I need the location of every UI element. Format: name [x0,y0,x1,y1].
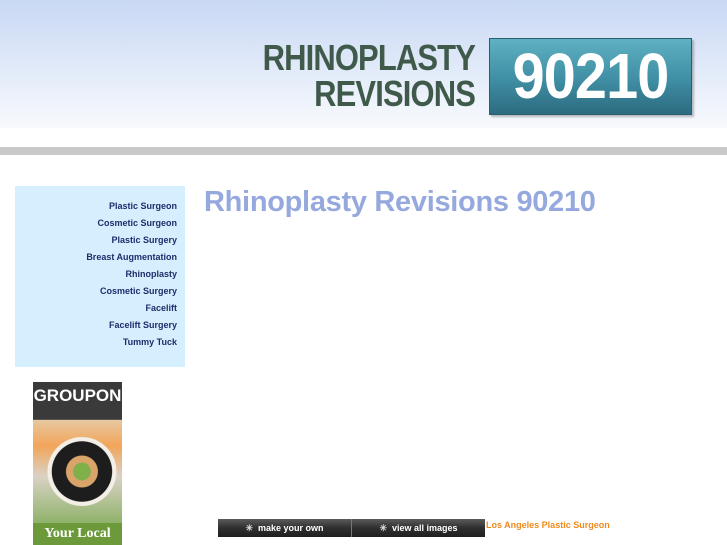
logo-number-box[interactable]: 90210 [489,38,692,115]
sidebar-link[interactable]: Breast Augmentation [86,252,177,262]
logo-line-2: REVISIONS [314,73,476,114]
groupon-ad-banner[interactable]: GROUPON Your Local [33,382,122,545]
sidebar-item-tummy-tuck: Tummy Tuck [15,334,177,351]
sidebar-link[interactable]: Cosmetic Surgery [100,286,177,296]
sidebar-item-facelift: Facelift [15,300,177,317]
sidebar-nav: Plastic Surgeon Cosmetic Surgeon Plastic… [15,186,185,367]
sidebar-link[interactable]: Rhinoplasty [125,269,177,279]
sparkle-icon: ✳ [245,522,253,533]
image-toolbar: ✳ make your own ✳ view all images [218,519,485,537]
sidebar-item-cosmetic-surgery: Cosmetic Surgery [15,283,177,300]
logo-number: 90210 [512,40,670,112]
header-divider [0,147,727,155]
ad-tagline: Your Local [33,523,122,545]
sidebar-link[interactable]: Plastic Surgeon [109,201,177,211]
sidebar-link[interactable]: Facelift Surgery [109,320,177,330]
sidebar-item-breast-augmentation: Breast Augmentation [15,249,177,266]
make-your-own-button[interactable]: ✳ make your own [218,519,352,537]
button-label: view all images [392,523,458,533]
ad-food-image [33,420,122,523]
ad-brand-logo: GROUPON [33,382,122,420]
site-header: RHINOPLASTY REVISIONS 90210 [0,0,727,128]
los-angeles-plastic-surgeon-link[interactable]: Los Angeles Plastic Surgeon [486,520,610,530]
sidebar-item-plastic-surgery: Plastic Surgery [15,232,177,249]
sidebar-link[interactable]: Plastic Surgery [111,235,177,245]
sidebar-item-rhinoplasty: Rhinoplasty [15,266,177,283]
sidebar-link[interactable]: Facelift [145,303,177,313]
sidebar-link[interactable]: Cosmetic Surgeon [97,218,177,228]
sidebar-link[interactable]: Tummy Tuck [123,337,177,347]
page-title: Rhinoplasty Revisions 90210 [204,186,596,218]
sparkle-icon: ✳ [379,522,387,533]
sidebar-item-facelift-surgery: Facelift Surgery [15,317,177,334]
logo-line-1: RHINOPLASTY [262,37,476,78]
view-all-images-button[interactable]: ✳ view all images [352,519,485,537]
sidebar-item-plastic-surgeon: Plastic Surgeon [15,198,177,215]
site-logo-text[interactable]: RHINOPLASTY REVISIONS [262,37,476,114]
button-label: make your own [258,523,324,533]
sidebar-item-cosmetic-surgeon: Cosmetic Surgeon [15,215,177,232]
